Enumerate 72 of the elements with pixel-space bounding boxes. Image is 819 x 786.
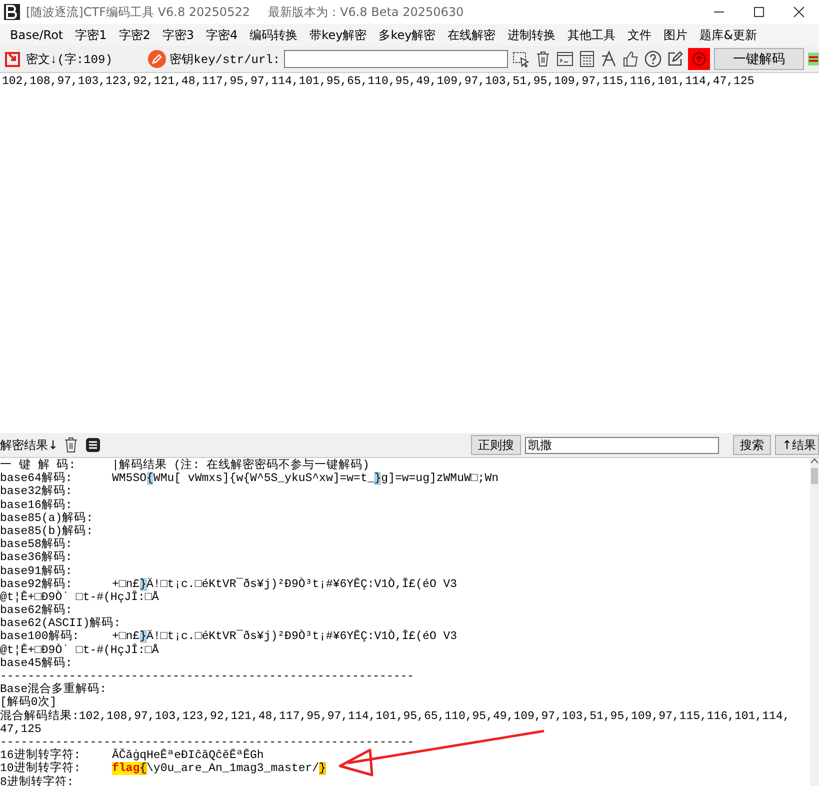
- menu-item[interactable]: 字密3: [156, 26, 200, 44]
- version-note: 最新版本为：V6.8 Beta 20250630: [268, 4, 464, 20]
- thumbs-up-icon[interactable]: [622, 50, 640, 68]
- decoder-label: 10进制转字符:: [0, 762, 82, 776]
- terminal-icon[interactable]: [556, 50, 574, 68]
- menu-item[interactable]: 字密2: [112, 26, 156, 44]
- scroll-thumb[interactable]: [811, 468, 818, 484]
- pencil-icon[interactable]: [148, 50, 166, 68]
- decoded-text: flag{\y0u_are_An_1mag3_master/}: [112, 762, 326, 776]
- decoder-label: base16解码:: [0, 498, 74, 512]
- scrollbar[interactable]: [810, 458, 819, 786]
- decoder-label: base36解码:: [0, 551, 74, 564]
- decoder-label: base45解码:: [0, 656, 74, 670]
- decoded-text: @t¦Ē+□Ð9Ò˙ □t-#(HçJÎ:□Å: [0, 590, 159, 604]
- result-button[interactable]: ↑结果: [774, 435, 819, 455]
- decoder-label: base85(a)解码:: [0, 512, 94, 525]
- decoded-text: ------------------------------------------------------------: [0, 670, 414, 683]
- calculator-icon[interactable]: [578, 50, 596, 68]
- regex-search-button[interactable]: 正则搜: [470, 435, 521, 455]
- decoder-label: base64解码:: [0, 472, 74, 486]
- cipher-label: 密文↓(字:109): [26, 52, 112, 68]
- decoder-label: 8进制转字符:: [0, 776, 75, 786]
- font-icon[interactable]: [600, 50, 618, 68]
- menu-item[interactable]: 进制转换: [502, 26, 562, 44]
- decoded-text: Base混合多重解码:: [0, 683, 107, 696]
- menu-item[interactable]: 图片: [658, 26, 694, 44]
- menu-item[interactable]: 其他工具: [562, 26, 622, 44]
- decoded-text: ĀČăġqHeĒªeÐIĉăQĉĕĒªĒGh: [112, 749, 264, 762]
- decoder-label: base62(ASCII)解码:: [0, 617, 121, 630]
- menu-item[interactable]: 在线解密: [442, 26, 502, 44]
- decoder-label: 16进制转字符:: [0, 749, 82, 762]
- decoded-text: @t¦Ē+□Ð9Ò˙ □t-#(HçJÎ:□Å: [0, 644, 159, 657]
- result-label: 解密结果↓: [0, 436, 58, 454]
- decoded-text: ------------------------------------------------------------: [0, 736, 414, 749]
- menu-item[interactable]: 文件: [622, 26, 658, 44]
- decoded-text: +□n£}Ä!□t¡c.□éKtVR¯ðs¥j)²Ð9Ò³t¡#¥6YĒÇ:V1Ò,Ī£(éO V3: [112, 578, 458, 591]
- decoder-label: base62解码:: [0, 604, 74, 618]
- decoder-label: base85(b)解码:: [0, 524, 94, 538]
- edit-icon[interactable]: [666, 50, 684, 68]
- decoded-text: 47,125: [0, 722, 42, 736]
- document-icon[interactable]: [84, 436, 102, 454]
- app-logo-icon: [4, 4, 20, 20]
- menu-item[interactable]: 字密4: [200, 26, 244, 44]
- decoder-label: base92解码:: [0, 578, 74, 591]
- decoder-label: base91解码:: [0, 564, 74, 578]
- decoder-label: base100解码:: [0, 630, 80, 644]
- decoder-label: base58解码:: [0, 538, 74, 552]
- decoder-label: 一 键 解 码:: [0, 459, 77, 472]
- cursor-select-icon[interactable]: [512, 50, 530, 68]
- menu-item[interactable]: 题库&更新: [694, 26, 764, 44]
- decoded-text: WM5SO{WMu[ vWmxs]{w{W^5S_ykuS^xw]=w=t_}g]=w=ug]zWMuW□;Wn: [112, 472, 498, 486]
- key-field[interactable]: [284, 50, 508, 68]
- menu-item[interactable]: 字密1: [69, 26, 113, 44]
- menu-item[interactable]: 带key解密: [304, 26, 373, 44]
- decoded-text: +□n£}Ä!□t¡c.□éKtVR¯ðs¥j)²Ð9Ò³t¡#¥6YĒÇ:V1Ò,Ī£(éO V3: [112, 630, 458, 644]
- search-field[interactable]: 凯撒: [524, 436, 719, 454]
- decode-all-button[interactable]: 一键解码: [714, 48, 804, 70]
- decoded-text: 混合解码结果:102,108,97,103,123,92,121,48,117,95,97,114,101,95,65,110,95,49,109,97,103,51,95,109,97,115,116,101,114,: [0, 710, 790, 723]
- help-icon[interactable]: [644, 50, 662, 68]
- upload-icon[interactable]: [688, 48, 710, 70]
- equals-icon[interactable]: [808, 52, 819, 66]
- window-title: [随波逐流]CTF编码工具 V6.8 20250522: [26, 4, 250, 20]
- menu-item[interactable]: Base/Rot: [4, 28, 70, 42]
- decoded-text: [解码0次]: [0, 696, 57, 710]
- decoder-label: base32解码:: [0, 485, 74, 499]
- search-button[interactable]: 搜索: [732, 435, 771, 455]
- menu-item[interactable]: 多key解密: [372, 26, 442, 44]
- scroll-up-icon[interactable]: [811, 458, 818, 464]
- menu-item[interactable]: 编码转换: [244, 26, 304, 44]
- import-icon[interactable]: [4, 50, 22, 68]
- decoded-text: |解码结果 (注: 在线解密密码不参与一键解码): [112, 459, 370, 472]
- key-label: 密钥key/str/url:: [170, 52, 280, 68]
